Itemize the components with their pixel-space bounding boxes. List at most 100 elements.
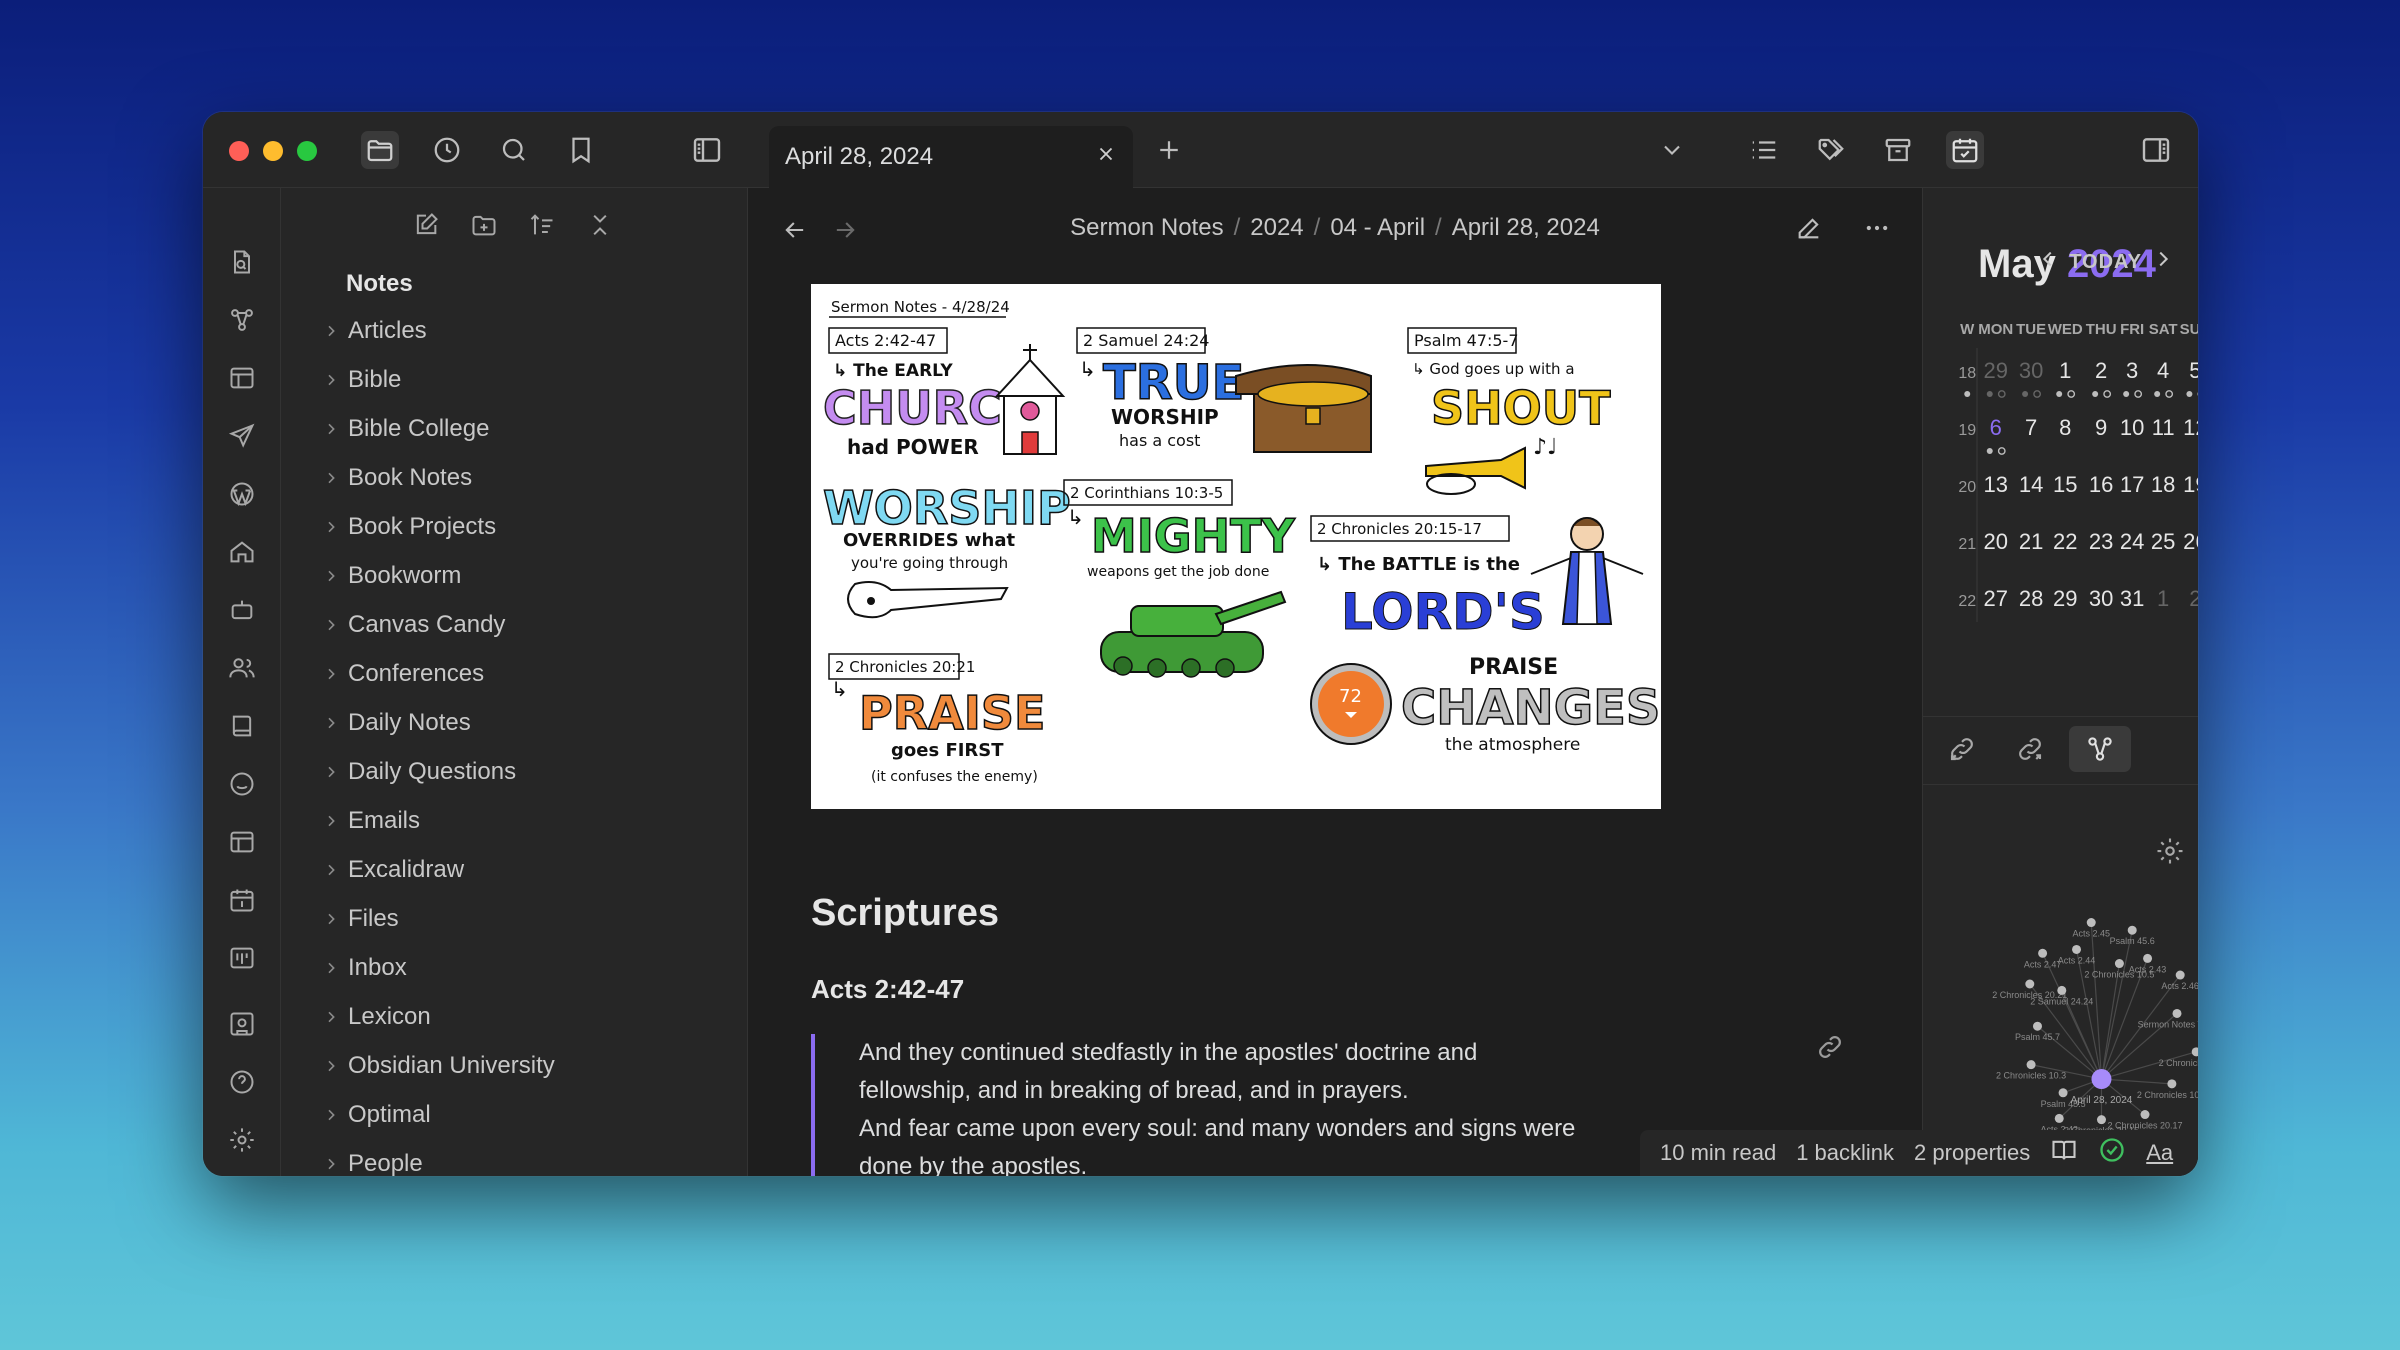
- chevron-right-icon[interactable]: [315, 911, 346, 927]
- chevron-right-icon[interactable]: [315, 568, 346, 584]
- graph-node[interactable]: [2026, 1060, 2036, 1070]
- clock-icon[interactable]: [428, 131, 466, 169]
- prev-month-icon[interactable]: [2037, 248, 2059, 276]
- backlinks-icon[interactable]: [1947, 734, 1977, 769]
- calendar-day[interactable]: 19: [2183, 472, 2198, 497]
- graph-node[interactable]: [2127, 925, 2137, 935]
- graph-current-node[interactable]: [2091, 1069, 2112, 1090]
- graph-node[interactable]: [2143, 953, 2153, 963]
- new-folder-icon[interactable]: [467, 208, 501, 242]
- folder-item[interactable]: Daily Notes: [315, 698, 735, 747]
- breadcrumb-item[interactable]: April 28, 2024: [1452, 214, 1600, 241]
- right-sidebar-toggle-icon[interactable]: [2137, 131, 2175, 169]
- calendar-day[interactable]: 21: [2019, 529, 2043, 554]
- folder-item[interactable]: Book Projects: [315, 502, 735, 551]
- chevron-right-icon[interactable]: [315, 715, 346, 731]
- graph-node[interactable]: [2072, 944, 2082, 954]
- chevron-right-icon[interactable]: [315, 764, 346, 780]
- home-icon[interactable]: [225, 535, 259, 569]
- template-icon[interactable]: [225, 825, 259, 859]
- chevron-down-icon[interactable]: [1653, 131, 1691, 169]
- minimize-window-button[interactable]: [263, 141, 283, 161]
- calendar-day[interactable]: 4: [2157, 358, 2169, 383]
- calendar-day[interactable]: 16: [2089, 472, 2113, 497]
- folder-item[interactable]: Book Notes: [315, 453, 735, 502]
- calendar-day[interactable]: 2: [2189, 586, 2198, 611]
- chevron-right-icon[interactable]: [315, 323, 346, 339]
- local-graph-icon[interactable]: [2069, 726, 2131, 772]
- reading-view-icon[interactable]: [2050, 1136, 2078, 1170]
- calendar-day[interactable]: 27: [1984, 586, 2008, 611]
- graph-node[interactable]: [2025, 979, 2035, 989]
- chevron-right-icon[interactable]: [315, 372, 346, 388]
- chevron-right-icon[interactable]: [315, 1009, 346, 1025]
- calendar-day[interactable]: 1: [2157, 586, 2169, 611]
- next-month-icon[interactable]: [2152, 248, 2174, 276]
- chevron-right-icon[interactable]: [315, 470, 346, 486]
- calendar-day[interactable]: 10: [2120, 415, 2144, 440]
- calendar-day[interactable]: 9: [2095, 415, 2107, 440]
- folder-item[interactable]: Optimal: [315, 1090, 735, 1139]
- calendar-day[interactable]: 20: [1984, 529, 2008, 554]
- new-tab-icon[interactable]: [1150, 131, 1188, 169]
- chevron-right-icon[interactable]: [315, 519, 346, 535]
- outgoing-links-icon[interactable]: [2015, 734, 2045, 769]
- backlink-count[interactable]: 1 backlink: [1796, 1140, 1894, 1166]
- font-settings[interactable]: Aa: [2146, 1140, 2173, 1166]
- calendar-day[interactable]: 6: [1990, 415, 2002, 440]
- graph-icon[interactable]: [225, 303, 259, 337]
- more-options-icon[interactable]: [1863, 214, 1891, 247]
- graph-node[interactable]: [2172, 1008, 2182, 1018]
- calendar-day[interactable]: 11: [2152, 415, 2175, 440]
- search-icon[interactable]: [495, 131, 533, 169]
- sidebar-toggle-icon[interactable]: [688, 131, 726, 169]
- breadcrumb-item[interactable]: 04 - April: [1330, 214, 1425, 241]
- folder-item[interactable]: Conferences: [315, 649, 735, 698]
- graph-node[interactable]: [2114, 959, 2124, 969]
- calendar-day[interactable]: 29: [1984, 358, 2008, 383]
- tab-close-icon[interactable]: [1095, 143, 1117, 172]
- graph-node[interactable]: [2167, 1079, 2177, 1089]
- properties-count[interactable]: 2 properties: [1914, 1140, 2030, 1166]
- book-icon[interactable]: [225, 709, 259, 743]
- graph-node[interactable]: [2058, 1088, 2068, 1098]
- folder-item[interactable]: Files: [315, 894, 735, 943]
- calendar-day[interactable]: 30: [2089, 586, 2113, 611]
- chevron-right-icon[interactable]: [315, 666, 346, 682]
- graph-node[interactable]: [2057, 985, 2067, 995]
- zoom-window-button[interactable]: [297, 141, 317, 161]
- people-icon[interactable]: [225, 651, 259, 685]
- today-button[interactable]: TODAY: [2069, 251, 2142, 274]
- graph-node[interactable]: [2191, 1047, 2198, 1057]
- sort-icon[interactable]: [525, 208, 559, 242]
- link-icon[interactable]: [1815, 1032, 1845, 1067]
- chevron-right-icon[interactable]: [315, 1156, 346, 1172]
- vault-root[interactable]: Notes: [346, 270, 413, 298]
- archive-icon[interactable]: [1879, 131, 1917, 169]
- calendar-day[interactable]: 17: [2120, 472, 2144, 497]
- bookmark-icon[interactable]: [562, 131, 600, 169]
- vault-icon[interactable]: [225, 1007, 259, 1041]
- calendar-day[interactable]: 31: [2120, 586, 2144, 611]
- layout-icon[interactable]: [225, 361, 259, 395]
- help-icon[interactable]: [225, 1065, 259, 1099]
- folder-item[interactable]: Daily Questions: [315, 747, 735, 796]
- calendar-day[interactable]: 26: [2183, 529, 2198, 554]
- close-window-button[interactable]: [229, 141, 249, 161]
- settings-icon[interactable]: [225, 1123, 259, 1157]
- graph-node[interactable]: [2054, 1113, 2064, 1123]
- chevron-right-icon[interactable]: [315, 960, 346, 976]
- bot-icon[interactable]: [225, 593, 259, 627]
- tags-icon[interactable]: [1812, 131, 1850, 169]
- calendar-day[interactable]: 8: [2059, 415, 2071, 440]
- send-icon[interactable]: [225, 419, 259, 453]
- local-graph[interactable]: Acts 2.45Psalm 45.6 Acts 2.47Acts 2.44 2 C…: [1923, 852, 2198, 1176]
- smile-icon[interactable]: [225, 767, 259, 801]
- calendar-day[interactable]: 7: [2025, 415, 2037, 440]
- chevron-right-icon[interactable]: [315, 421, 346, 437]
- calendar-day[interactable]: 18: [2151, 472, 2175, 497]
- calendar-day[interactable]: 28: [2019, 586, 2043, 611]
- folder-item[interactable]: People: [315, 1139, 735, 1176]
- folder-item[interactable]: Excalidraw: [315, 845, 735, 894]
- calendar-check-icon[interactable]: [1946, 131, 1984, 169]
